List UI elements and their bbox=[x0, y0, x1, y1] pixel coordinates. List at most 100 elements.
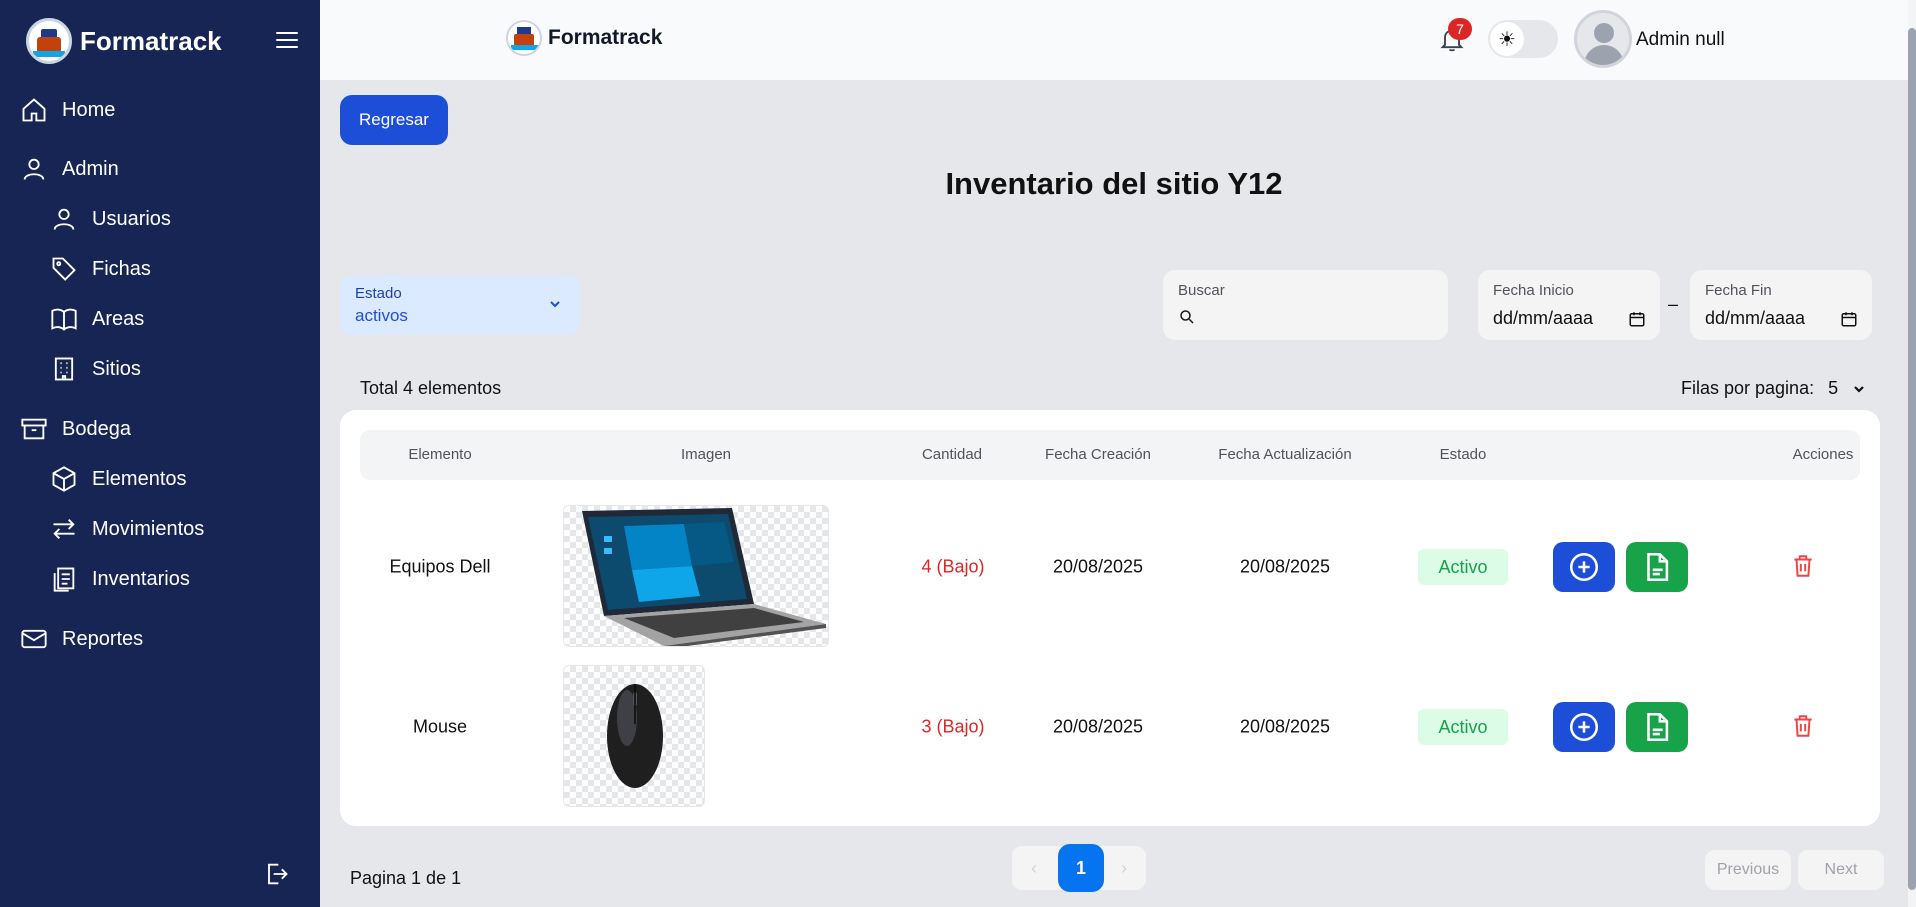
column-header: Estado bbox=[1439, 446, 1487, 463]
rows-per-page[interactable]: Filas por pagina: 5 bbox=[1681, 378, 1866, 399]
avatar[interactable] bbox=[1574, 10, 1632, 68]
document-icon bbox=[1647, 552, 1669, 582]
cell-elemento: Equipos Dell bbox=[389, 556, 491, 577]
brand-logo bbox=[506, 20, 542, 56]
estado-label: Estado bbox=[355, 285, 402, 302]
sidebar-item-reportes[interactable]: Reportes bbox=[20, 625, 143, 653]
back-button[interactable]: Regresar bbox=[340, 95, 448, 145]
cell-elemento: Mouse bbox=[412, 716, 468, 737]
date-separator: – bbox=[1668, 294, 1679, 314]
fecha-fin-label: Fecha Fin bbox=[1705, 282, 1772, 299]
tag-icon bbox=[52, 257, 76, 281]
clipboard-icon bbox=[53, 567, 75, 592]
column-header: Fecha Creación bbox=[1045, 446, 1151, 463]
topbar-brand[interactable]: Formatrack bbox=[506, 20, 662, 56]
status-badge: Activo bbox=[1418, 549, 1508, 585]
sidebar-item-label: Sitios bbox=[92, 357, 141, 380]
table-header: Elemento Imagen Cantidad Fecha Creación … bbox=[360, 430, 1860, 480]
fecha-inicio-field[interactable]: Fecha Inicio dd/mm/aaaa bbox=[1478, 270, 1660, 340]
status-badge: Activo bbox=[1418, 709, 1508, 745]
archive-icon bbox=[21, 418, 47, 440]
brand-name: Formatrack bbox=[548, 26, 663, 49]
sidebar-item-movimientos[interactable]: Movimientos bbox=[50, 515, 204, 543]
column-header: Cantidad bbox=[921, 446, 983, 463]
plus-circle-icon bbox=[1569, 712, 1599, 742]
sidebar-item-label: Usuarios bbox=[92, 207, 171, 230]
page-button-1[interactable]: 1 bbox=[1058, 844, 1104, 892]
column-header: Elemento bbox=[408, 446, 472, 463]
add-button[interactable] bbox=[1553, 542, 1615, 592]
fecha-fin-value: dd/mm/aaaa bbox=[1705, 308, 1806, 328]
notification-badge: 7 bbox=[1448, 18, 1472, 40]
document-icon bbox=[1647, 712, 1669, 742]
sidebar-item-label: Inventarios bbox=[92, 567, 190, 590]
search-icon bbox=[1178, 308, 1196, 331]
calendar-icon[interactable] bbox=[1840, 310, 1858, 333]
theme-toggle[interactable]: ☀ bbox=[1488, 20, 1558, 58]
previous-button[interactable]: Previous bbox=[1705, 850, 1791, 890]
cell-fecha-creacion: 20/08/2025 bbox=[1052, 556, 1144, 577]
fecha-fin-field[interactable]: Fecha Fin dd/mm/aaaa bbox=[1690, 270, 1872, 340]
chevron-down-icon bbox=[1854, 385, 1864, 393]
search-label: Buscar bbox=[1178, 282, 1225, 299]
sidebar-item-label: Elementos bbox=[92, 467, 187, 490]
add-button[interactable] bbox=[1553, 702, 1615, 752]
document-button[interactable] bbox=[1626, 702, 1688, 752]
mail-icon bbox=[21, 629, 47, 649]
next-button[interactable]: Next bbox=[1798, 850, 1884, 890]
scrollbar-thumb[interactable] bbox=[1908, 28, 1916, 890]
chevron-down-icon bbox=[548, 297, 562, 311]
page-title: Inventario del sitio Y12 bbox=[945, 166, 1283, 201]
laptop-image bbox=[563, 505, 829, 647]
sidebar-brand[interactable]: Formatrack bbox=[26, 18, 222, 64]
user-icon bbox=[53, 208, 75, 230]
sidebar-item-sitios[interactable]: Sitios bbox=[50, 355, 141, 383]
sidebar-item-fichas[interactable]: Fichas bbox=[50, 255, 151, 283]
chevron-left-icon[interactable]: ‹ bbox=[1024, 858, 1044, 878]
column-header: Acciones bbox=[1792, 446, 1854, 463]
sidebar-item-areas[interactable]: Areas bbox=[50, 305, 144, 333]
building-icon bbox=[54, 357, 74, 381]
trash-icon[interactable] bbox=[1790, 552, 1816, 580]
search-input[interactable] bbox=[1203, 306, 1433, 328]
scrollbar[interactable] bbox=[1908, 0, 1916, 907]
sidebar-item-home[interactable]: Home bbox=[20, 96, 115, 124]
sidebar-item-elementos[interactable]: Elementos bbox=[50, 465, 187, 493]
fecha-inicio-value: dd/mm/aaaa bbox=[1493, 308, 1594, 328]
cell-fecha-actualizacion: 20/08/2025 bbox=[1239, 556, 1331, 577]
cube-icon bbox=[52, 466, 76, 492]
sun-icon: ☀ bbox=[1490, 22, 1524, 56]
cell-fecha-creacion: 20/08/2025 bbox=[1052, 716, 1144, 737]
sidebar-item-inventarios[interactable]: Inventarios bbox=[50, 565, 190, 593]
sidebar-item-label: Admin bbox=[62, 157, 119, 180]
table-row: Mouse 3 (Bajo) 20/08/2025 20/08/2025 Act… bbox=[340, 650, 1880, 807]
logout-icon[interactable] bbox=[262, 860, 290, 893]
sidebar-item-label: Reportes bbox=[62, 627, 144, 650]
inventory-table: Elemento Imagen Cantidad Fecha Creación … bbox=[340, 410, 1880, 826]
calendar-icon[interactable] bbox=[1628, 310, 1646, 333]
brand-logo bbox=[26, 18, 72, 64]
cell-cantidad: 4 (Bajo) bbox=[921, 556, 985, 577]
search-field[interactable]: Buscar bbox=[1163, 270, 1448, 340]
arrows-icon bbox=[53, 519, 75, 539]
user-name[interactable]: Admin null bbox=[1636, 29, 1725, 51]
sidebar-item-label: Areas bbox=[92, 307, 145, 330]
cell-fecha-actualizacion: 20/08/2025 bbox=[1239, 716, 1331, 737]
sidebar-item-bodega[interactable]: Bodega bbox=[20, 415, 131, 443]
topbar: Formatrack 7 ☀ Admin null bbox=[320, 0, 1908, 80]
home-icon bbox=[22, 98, 46, 122]
plus-circle-icon bbox=[1569, 552, 1599, 582]
cell-cantidad: 3 (Bajo) bbox=[921, 716, 985, 737]
sidebar-item-label: Home bbox=[62, 98, 116, 121]
sidebar: Formatrack Home Admin Usuarios Fichas Ar… bbox=[0, 0, 320, 907]
estado-select[interactable]: Estado activos bbox=[340, 275, 580, 335]
sidebar-item-usuarios[interactable]: Usuarios bbox=[50, 205, 171, 233]
estado-value: activos bbox=[355, 306, 408, 325]
chevron-right-icon[interactable]: › bbox=[1114, 858, 1134, 878]
menu-toggle-icon[interactable] bbox=[276, 32, 298, 48]
book-icon bbox=[51, 308, 77, 331]
sidebar-item-admin[interactable]: Admin bbox=[20, 155, 119, 183]
user-icon bbox=[23, 158, 45, 180]
trash-icon[interactable] bbox=[1790, 712, 1816, 740]
document-button[interactable] bbox=[1626, 542, 1688, 592]
